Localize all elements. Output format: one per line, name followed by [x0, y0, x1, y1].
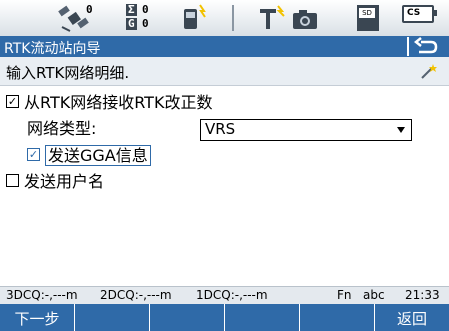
softkey-f5[interactable]: [300, 304, 375, 331]
return-label: 返回: [396, 310, 427, 328]
status-bar: 0 Σ 0 G 0 SD CS: [0, 0, 449, 37]
sigma-count: 0: [142, 3, 149, 16]
network-type-label: 网络类型:: [27, 119, 97, 138]
receive-rtk-checkbox[interactable]: ✓: [6, 95, 19, 108]
camera-icon: [293, 10, 317, 29]
send-user-option[interactable]: 发送用户名: [6, 172, 104, 192]
softkey-f3[interactable]: [150, 304, 225, 331]
network-type-select[interactable]: VRS: [200, 119, 412, 141]
fn-indicator: Fn: [337, 288, 352, 302]
receiver-icon: [184, 4, 206, 29]
message-bar: 输入RTK网络明细.: [0, 57, 449, 86]
input-mode-indicator: abc: [363, 288, 385, 302]
softkey-bar: 下一步 返回: [0, 304, 449, 331]
clock: 21:33: [405, 288, 440, 302]
send-user-label: 发送用户名: [24, 172, 105, 191]
title-bar: RTK流动站向导: [0, 36, 449, 57]
antenna-icon: [260, 5, 285, 29]
glonass-label: G: [126, 17, 137, 30]
sigma-label: Σ: [126, 3, 137, 16]
sd-label: SD: [359, 8, 375, 18]
send-user-checkbox[interactable]: [6, 174, 19, 187]
send-gga-option[interactable]: ✓ 发送GGA信息: [27, 145, 151, 166]
sat-count-box: Σ 0 G 0: [126, 4, 154, 31]
back-button[interactable]: [407, 37, 443, 56]
receive-rtk-label: 从RTK网络接收RTK改正数: [24, 93, 213, 112]
info-line: 3DCQ:-,---m 2DCQ:-,---m 1DCQ:-,---m Fn a…: [0, 286, 449, 305]
gps-sat-count: 0: [86, 3, 93, 16]
back-arrow-icon: [413, 37, 438, 54]
glonass-count: 0: [142, 17, 149, 30]
network-type-value: VRS: [205, 120, 236, 138]
send-gga-checkbox[interactable]: ✓: [27, 148, 40, 161]
next-button[interactable]: 下一步: [0, 304, 75, 331]
sd-card-icon: SD: [357, 5, 379, 31]
receive-rtk-option[interactable]: ✓ 从RTK网络接收RTK改正数: [6, 93, 212, 113]
dcq2-readout: 2DCQ:-,---m: [100, 288, 172, 302]
softkey-f2[interactable]: [75, 304, 150, 331]
status-separator: [232, 5, 234, 31]
wizard-icon: [421, 64, 437, 79]
battery-icon: CS: [402, 5, 437, 23]
page-title: RTK流动站向导: [4, 41, 101, 57]
next-label: 下一步: [14, 310, 60, 328]
cs-label: CS: [407, 8, 421, 18]
softkey-f4[interactable]: [225, 304, 300, 331]
dcq3-readout: 3DCQ:-,---m: [6, 288, 78, 302]
send-gga-label: 发送GGA信息: [45, 145, 151, 166]
dcq1-readout: 1DCQ:-,---m: [196, 288, 268, 302]
dropdown-arrow-icon: [397, 127, 405, 133]
return-button[interactable]: 返回: [375, 304, 449, 331]
instruction-text: 输入RTK网络明细.: [6, 64, 130, 82]
